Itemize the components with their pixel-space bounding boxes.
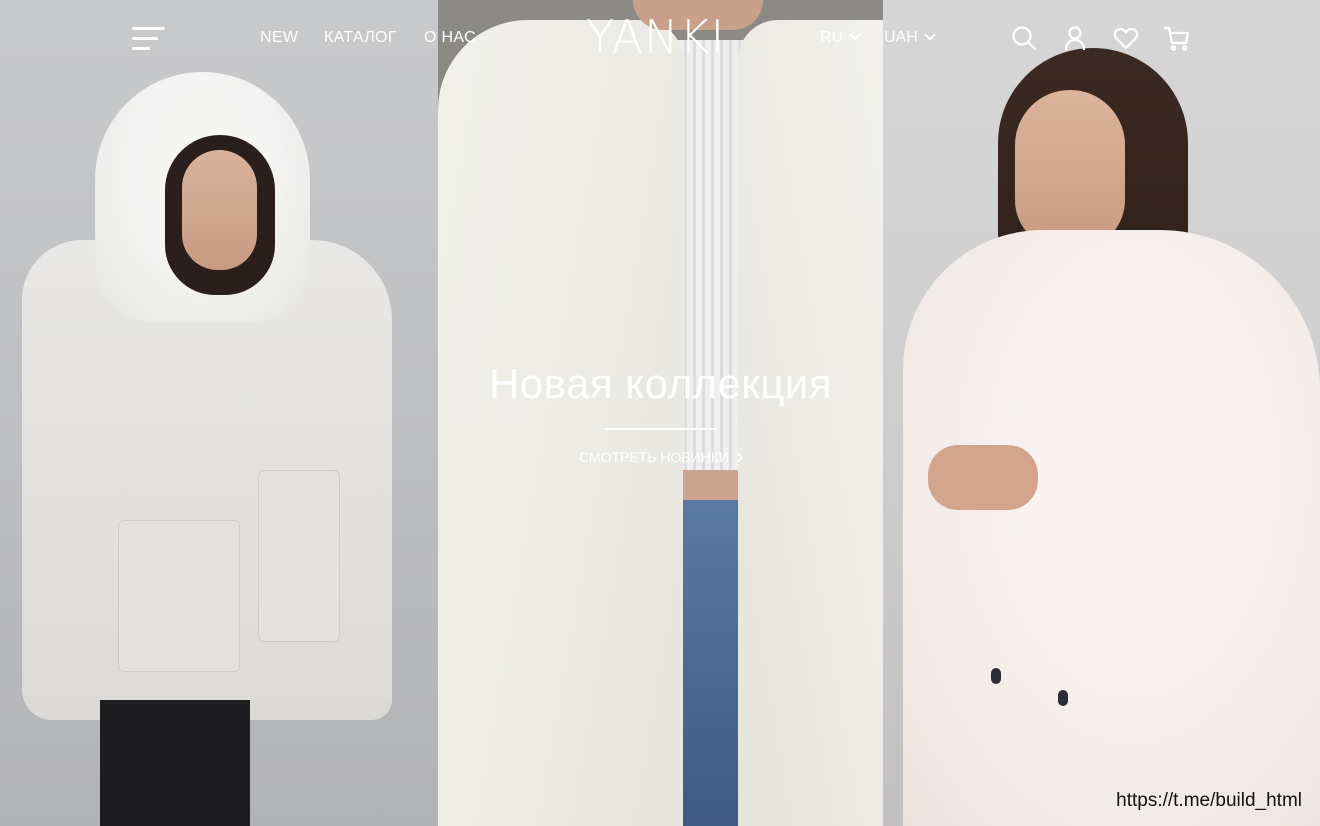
hero-panel-center[interactable]	[438, 0, 883, 826]
hand-shape	[928, 445, 1038, 510]
currency-value: UAH	[884, 29, 918, 46]
menu-icon[interactable]	[132, 27, 166, 51]
hero-divider	[605, 428, 717, 430]
hero-title: Новая коллекция	[488, 360, 833, 407]
site-logo[interactable]: YANKI	[586, 10, 725, 64]
site-header: NEW КАТАЛОГ О НАС YANKI RU UAH	[0, 0, 1320, 78]
cart-icon[interactable]	[1163, 24, 1191, 52]
watermark-text: https://t.me/build_html	[1116, 790, 1302, 811]
pants-shape	[100, 700, 250, 826]
nav-link-new[interactable]: NEW	[260, 29, 298, 47]
nav-link-about[interactable]: О НАС	[424, 29, 476, 47]
parka-pocket-right	[258, 470, 340, 642]
user-icon[interactable]	[1061, 24, 1089, 52]
chevron-down-icon	[849, 29, 861, 41]
currency-selector[interactable]: UAH	[884, 29, 936, 47]
hero-panel-left[interactable]	[0, 0, 438, 826]
view-new-label: СМОТРЕТЬ НОВИНКИ	[578, 449, 730, 465]
language-selector[interactable]: RU	[820, 29, 861, 47]
coat-left-shape	[438, 20, 683, 826]
chevron-right-icon	[733, 452, 744, 463]
hero-panel-right[interactable]	[883, 0, 1320, 826]
language-value: RU	[820, 29, 844, 46]
coat-right-shape	[738, 20, 883, 826]
model-skin-shape	[182, 150, 257, 270]
view-new-link[interactable]: СМОТРЕТЬ НОВИНКИ	[438, 449, 883, 465]
coat-button	[1058, 690, 1068, 706]
heart-icon[interactable]	[1112, 24, 1140, 52]
nav-link-catalog[interactable]: КАТАЛОГ	[324, 29, 397, 47]
parka-pocket-left	[118, 520, 240, 672]
search-icon[interactable]	[1010, 24, 1038, 52]
fur-coat-shape	[903, 230, 1320, 826]
model-face-shape-right	[1015, 90, 1125, 250]
chevron-down-icon	[924, 29, 936, 41]
coat-button	[991, 668, 1001, 684]
